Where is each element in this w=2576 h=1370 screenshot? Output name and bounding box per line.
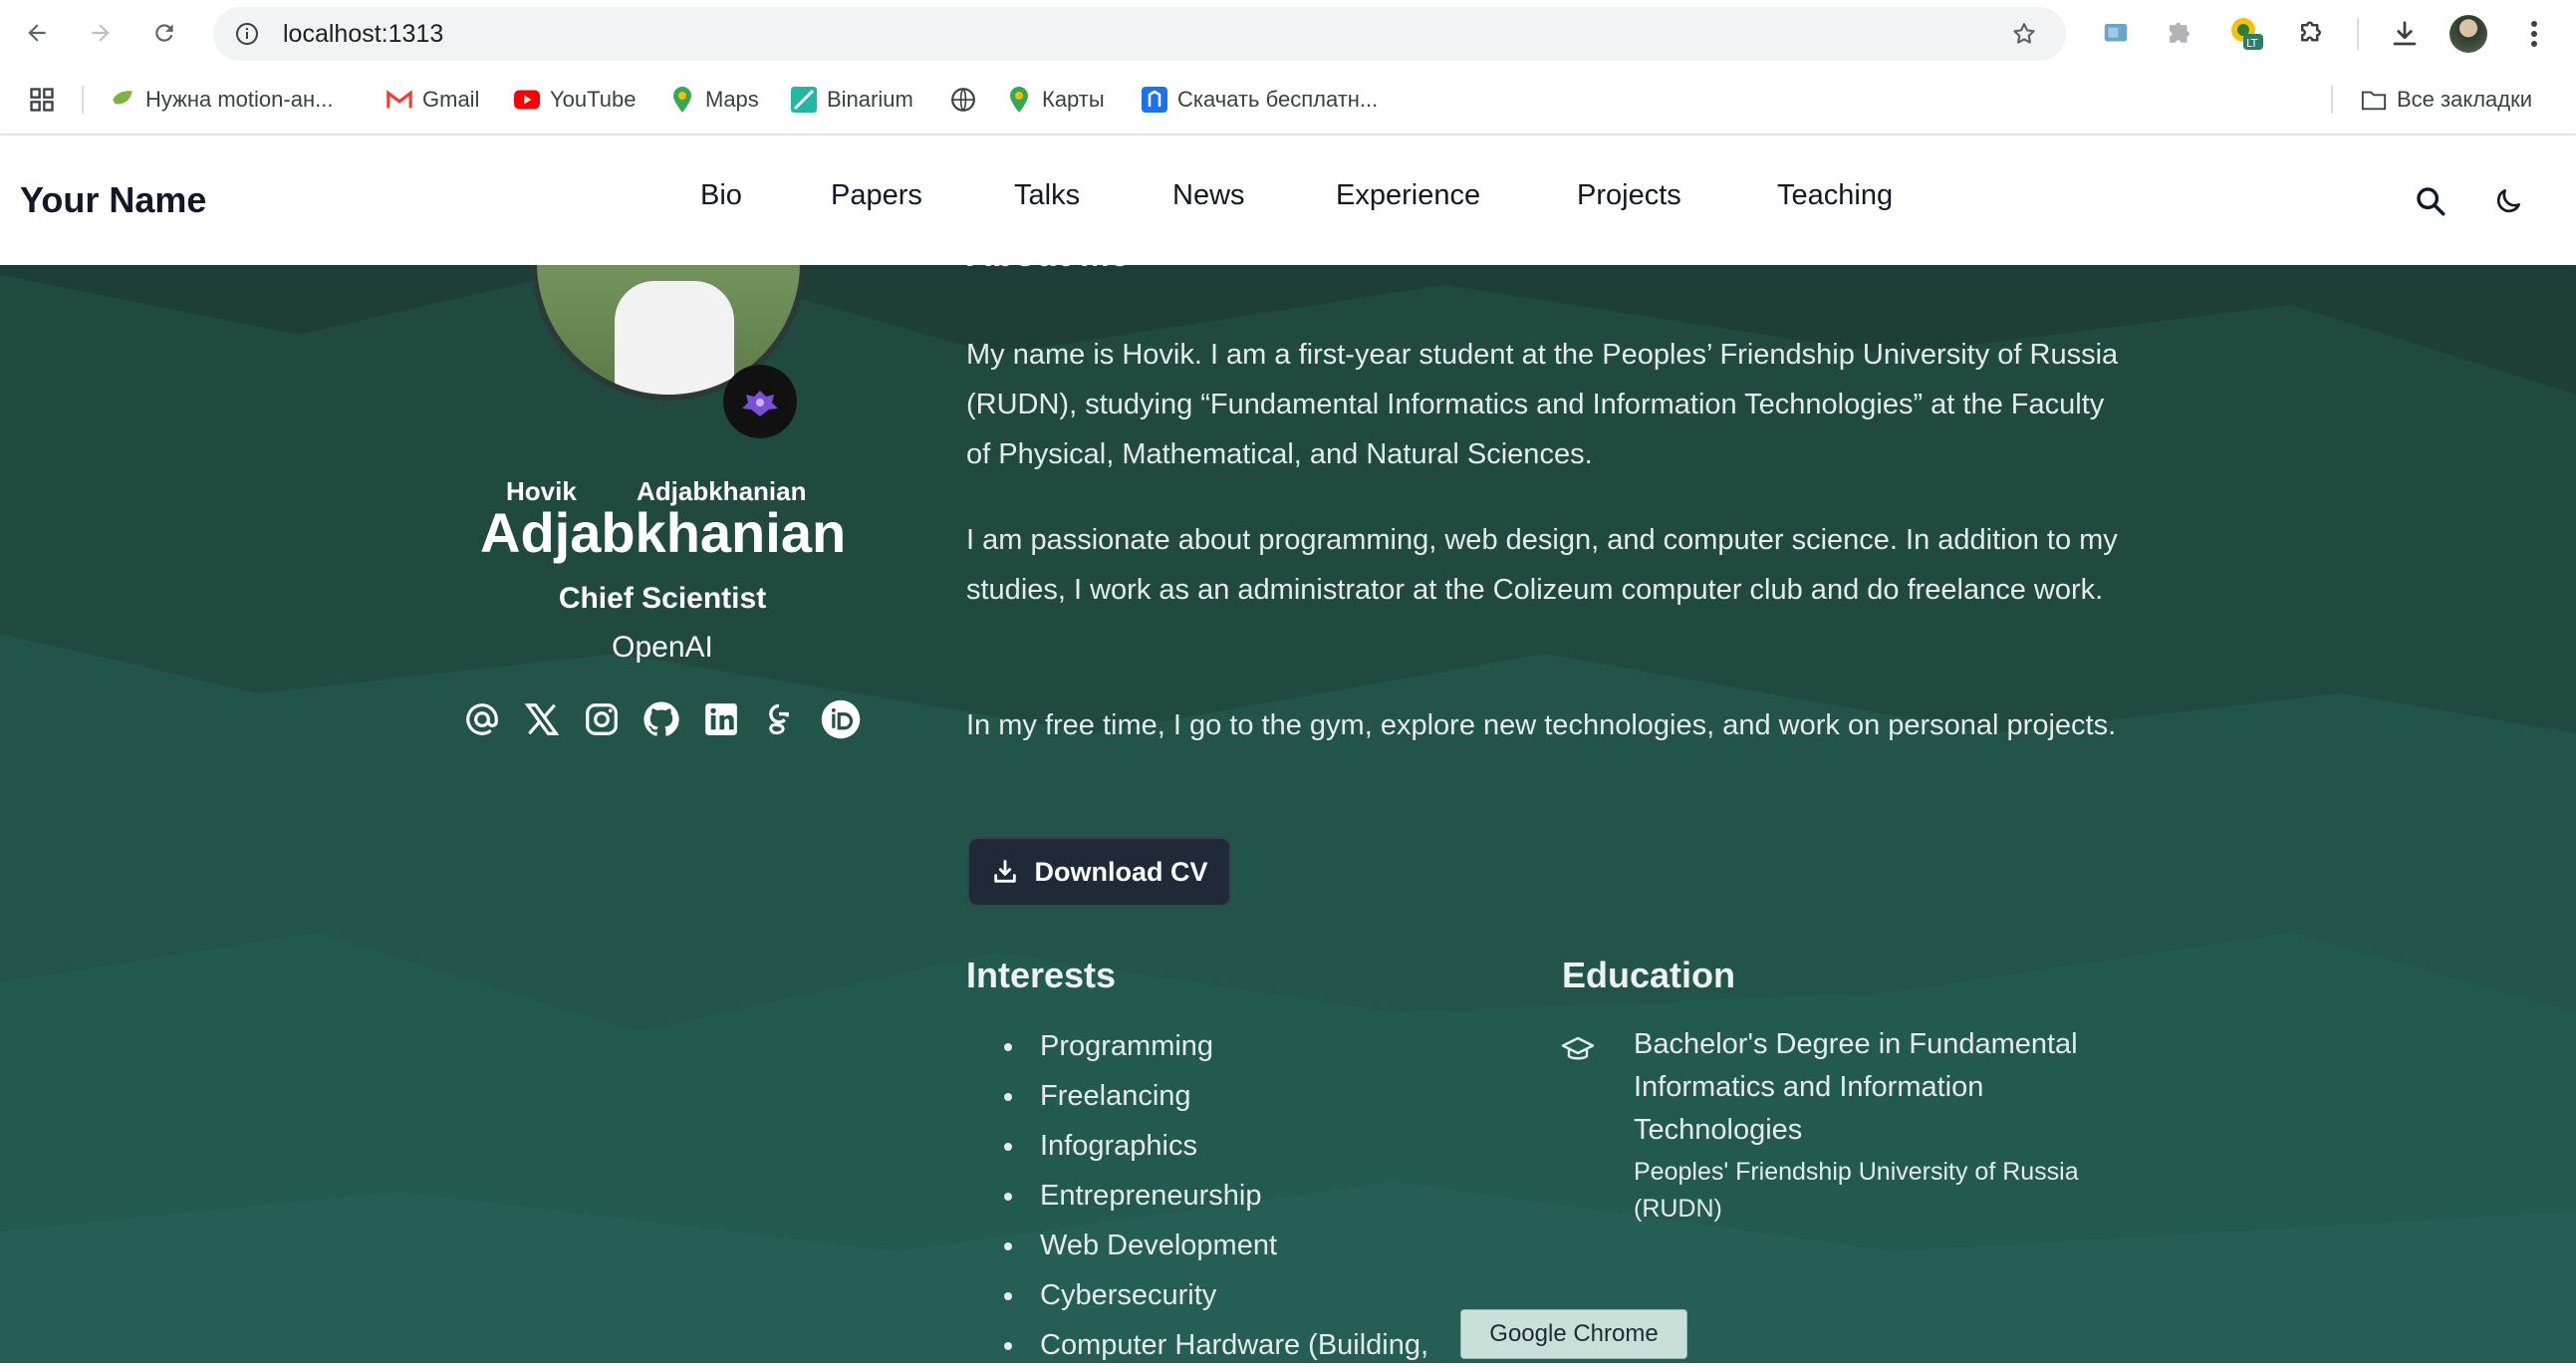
bookmark-label: Нужна motion-ан... — [145, 87, 334, 112]
nav-bio[interactable]: Bio — [700, 179, 831, 212]
download-cv-button[interactable]: Download CV — [967, 837, 1231, 907]
dark-mode-moon-icon[interactable] — [2486, 179, 2530, 223]
bookmark-label: Maps — [705, 87, 759, 112]
kebab-menu-icon[interactable] — [2512, 12, 2556, 56]
youtube-icon — [514, 87, 540, 113]
nav-experience[interactable]: Experience — [1336, 179, 1577, 212]
nav-news[interactable]: News — [1172, 179, 1336, 212]
google-scholar-icon[interactable] — [757, 697, 801, 741]
profile-last-name: Adjabkhanian — [480, 501, 847, 564]
linkedin-icon[interactable] — [699, 697, 743, 741]
map-pin-icon — [1006, 87, 1032, 113]
interests-list: Programming Freelancing Infographics Ent… — [1004, 1021, 1428, 1370]
orcid-icon[interactable] — [819, 697, 863, 741]
graduation-cap-icon — [1560, 1032, 1600, 1072]
about-paragraph-3: In my free time, I go to the gym, explor… — [966, 709, 2117, 741]
bookmark-label: Gmail — [422, 87, 480, 112]
bookmark-gmail[interactable]: Gmail — [386, 76, 479, 124]
bookmark-label: Binarium — [827, 87, 913, 112]
extension-icon[interactable] — [2094, 12, 2138, 56]
person-shirt — [615, 281, 734, 395]
bookmark-label: Карты — [1042, 87, 1105, 112]
bookmark-globe[interactable] — [950, 76, 976, 124]
bookmark-binarium[interactable]: Binarium — [791, 76, 913, 124]
list-item: Infographics — [1004, 1121, 1428, 1171]
address-bar[interactable]: localhost:1313 — [213, 7, 2066, 61]
bookmarks-divider — [2331, 86, 2333, 114]
person-shorts — [646, 399, 702, 401]
downloads-icon[interactable] — [2383, 12, 2427, 56]
back-arrow-icon — [12, 8, 62, 58]
avatar-badge-icon — [723, 365, 797, 438]
interests-heading: Interests — [966, 955, 1117, 995]
download-cv-label: Download CV — [1034, 856, 1208, 887]
bookmark-karty[interactable]: Карты — [1006, 76, 1105, 124]
back-button[interactable] — [12, 8, 62, 58]
instagram-icon[interactable] — [580, 697, 624, 741]
profile-avatar-icon[interactable] — [2447, 12, 2490, 56]
svg-text:LT: LT — [2246, 37, 2258, 50]
bookmark-download[interactable]: Скачать бесплатн... — [1142, 76, 1378, 124]
main-nav: Bio Papers Talks News Experience Project… — [700, 179, 1936, 212]
x-icon[interactable] — [520, 697, 564, 741]
site-info-icon[interactable] — [227, 14, 267, 54]
bookmark-motion[interactable]: Нужна motion-ан... — [110, 76, 333, 124]
about-paragraph-2: I am passionate about programming, web d… — [966, 524, 2118, 606]
search-icon[interactable] — [2409, 179, 2452, 223]
reload-button[interactable] — [139, 8, 189, 58]
profile-org: OpenAI — [612, 631, 713, 664]
extensions-puzzle-icon[interactable] — [2289, 12, 2333, 56]
bookmark-label: Скачать бесплатн... — [1177, 87, 1379, 112]
site-header: Your Name Bio Papers Talks News Experien… — [0, 136, 2576, 265]
languagetool-extension-icon[interactable]: LT — [2225, 12, 2269, 56]
binarium-icon — [791, 87, 817, 113]
chrome-tooltip: Google Chrome — [1460, 1309, 1687, 1359]
all-bookmarks-button[interactable]: Все закладки — [2361, 76, 2532, 124]
map-pin-icon — [669, 87, 695, 113]
forward-arrow-icon — [76, 8, 126, 58]
nav-papers[interactable]: Papers — [831, 179, 1014, 212]
bookmark-star-icon[interactable] — [2004, 14, 2044, 54]
puzzle-extension-icon[interactable] — [2158, 12, 2201, 56]
download-site-icon — [1142, 87, 1167, 113]
apps-grid-icon[interactable] — [28, 76, 56, 124]
education-degree: Bachelor's Degree in Fundamental Informa… — [1634, 1028, 2078, 1146]
bookmark-youtube[interactable]: YouTube — [514, 76, 636, 124]
education-heading: Education — [1562, 955, 1736, 995]
gmail-icon — [386, 87, 412, 113]
list-item: Entrepreneurship — [1004, 1171, 1428, 1221]
leaf-icon — [110, 87, 135, 113]
list-item: Cybersecurity — [1004, 1270, 1428, 1320]
education-institution: Peoples' Friendship University of Russia… — [1634, 1158, 2079, 1223]
globe-icon — [950, 87, 976, 113]
bookmark-maps[interactable]: Maps — [669, 76, 759, 124]
nav-teaching[interactable]: Teaching — [1777, 179, 1936, 212]
github-icon[interactable] — [640, 697, 683, 741]
bookmarks-divider — [82, 86, 84, 114]
email-icon[interactable] — [460, 697, 504, 741]
browser-chrome: localhost:1313 LT Нужна motion-ан... Gma… — [0, 0, 2576, 136]
about-paragraph-1: My name is Hovik. I am a first-year stud… — [966, 339, 2119, 470]
download-icon — [993, 860, 1016, 883]
nav-talks[interactable]: Talks — [1014, 179, 1172, 212]
all-bookmarks-label: Все закладки — [2397, 87, 2533, 112]
toolbar-divider — [2357, 18, 2359, 50]
reload-icon — [139, 8, 189, 58]
list-item: Freelancing — [1004, 1071, 1428, 1121]
nav-projects[interactable]: Projects — [1577, 179, 1777, 212]
forward-button[interactable] — [76, 8, 126, 58]
folder-icon — [2361, 87, 2387, 113]
list-item: Web Development — [1004, 1221, 1428, 1270]
site-brand[interactable]: Your Name — [20, 179, 206, 221]
bookmark-label: YouTube — [550, 87, 637, 112]
url-text: localhost:1313 — [283, 19, 444, 48]
list-item: Programming — [1004, 1021, 1428, 1071]
